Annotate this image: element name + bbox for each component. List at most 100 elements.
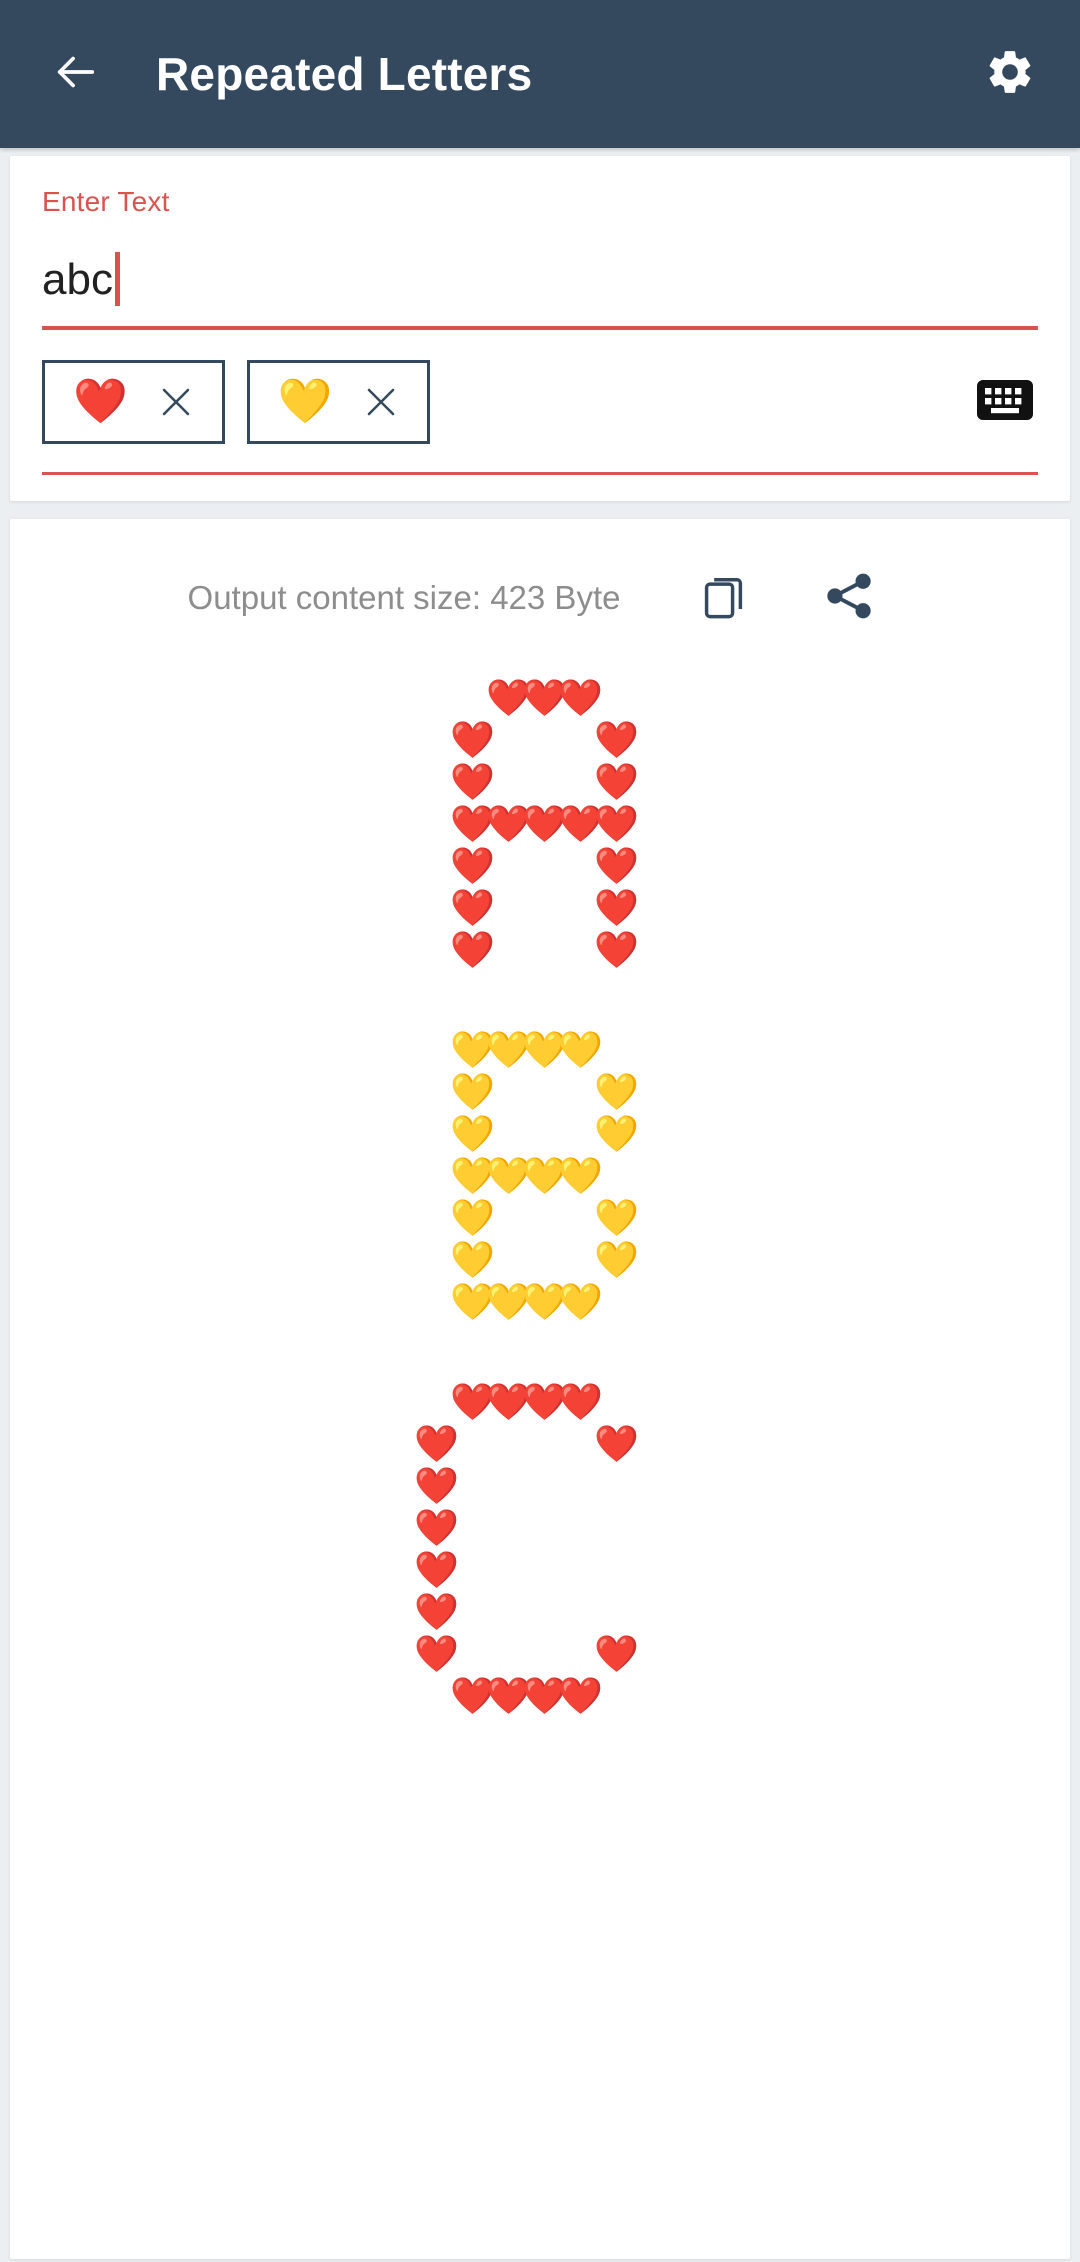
emoji-art-row: ❤️ xyxy=(414,1591,666,1633)
emoji-art-cell-empty xyxy=(558,1633,594,1675)
page-title: Repeated Letters xyxy=(156,48,533,100)
emoji-art-cell-empty xyxy=(414,1071,450,1113)
output-card: Output content size: 423 Byte ❤️ ❤️ ❤️ ❤… xyxy=(10,519,1070,2259)
emoji-art-cell-empty xyxy=(558,1071,594,1113)
emoji-art-cell-empty xyxy=(486,1071,522,1113)
emoji-art-cell-empty xyxy=(522,761,558,803)
emoji-art-cell-empty xyxy=(594,1029,630,1071)
emoji-art-cell-empty xyxy=(558,1549,594,1591)
emoji-art-cell-filled: 💛 xyxy=(486,1281,531,1322)
emoji-art-cell-empty xyxy=(522,1549,558,1591)
share-button[interactable] xyxy=(806,555,892,641)
emoji-letter-c: ❤️ ❤️ ❤️ ❤️ ❤️ ❤️ ❤️ ❤️ ❤️ ❤️ ❤️ ❤️ ❤️ ❤️ ❤️ ❤… xyxy=(414,1381,666,1717)
output-header: Output content size: 423 Byte xyxy=(10,555,1070,641)
emoji-art-row: ❤️ ❤️ xyxy=(414,1633,666,1675)
emoji-art-cell-empty xyxy=(522,1465,558,1507)
emoji-art-cell-filled: ❤️ xyxy=(594,929,639,970)
emoji-art-cell-filled: ❤️ xyxy=(450,887,495,928)
copy-icon xyxy=(699,570,751,627)
keyboard-icon xyxy=(977,379,1033,426)
emoji-art-row: ❤️ ❤️ ❤️ ❤️ xyxy=(414,1381,666,1423)
emoji-art-cell-empty xyxy=(522,1633,558,1675)
emoji-art-cell-empty xyxy=(630,1197,666,1239)
emoji-art-row: ❤️ ❤️ xyxy=(414,761,666,803)
emoji-art-row: ❤️ ❤️ xyxy=(414,1423,666,1465)
emoji-art-cell-empty xyxy=(594,1465,630,1507)
emoji-art-cell-empty xyxy=(630,1381,666,1423)
emoji-art-cell-filled: 💛 xyxy=(594,1071,639,1112)
emoji-art-cell-empty xyxy=(630,1281,666,1323)
text-input[interactable]: abc xyxy=(42,236,1038,306)
emoji-art-cell-filled: ❤️ xyxy=(594,1423,639,1464)
remove-red-heart-button[interactable] xyxy=(158,384,194,420)
emoji-art-cell-empty xyxy=(630,1549,666,1591)
emoji-art-cell-empty xyxy=(522,1197,558,1239)
emoji-art-cell-empty xyxy=(630,1155,666,1197)
emoji-art-cell-empty xyxy=(522,845,558,887)
emoji-art-row: ❤️ ❤️ xyxy=(414,887,666,929)
emoji-chip-red-heart[interactable]: ❤️ xyxy=(42,360,225,444)
emoji-art-cell-empty xyxy=(558,1423,594,1465)
emoji-art-cell-empty xyxy=(630,1591,666,1633)
emoji-art-cell-empty xyxy=(594,1281,630,1323)
text-input-value: abc xyxy=(42,255,113,304)
emoji-art-cell-empty xyxy=(486,1633,522,1675)
remove-yellow-heart-button[interactable] xyxy=(363,384,399,420)
emoji-art-cell-filled: 💛 xyxy=(486,1155,531,1196)
emoji-art-cell-empty xyxy=(594,677,630,719)
emoji-art-cell-empty xyxy=(486,887,522,929)
emoji-art-cell-empty xyxy=(450,1465,486,1507)
emoji-art-cell-filled: 💛 xyxy=(594,1113,639,1154)
emoji-art-cell-empty xyxy=(630,677,666,719)
output-size-label: Output content size: 423 Byte xyxy=(187,579,621,616)
back-button[interactable] xyxy=(38,37,112,111)
emoji-art-row: ❤️ xyxy=(414,1507,666,1549)
emoji-art-cell-empty xyxy=(414,803,450,845)
emoji-art-cell-empty xyxy=(630,1675,666,1717)
emoji-art-cell-empty xyxy=(522,1071,558,1113)
emoji-art-cell-empty xyxy=(414,1029,450,1071)
emoji-letter-a: ❤️ ❤️ ❤️ ❤️ ❤️ ❤️ ❤️ ❤️ ❤️ ❤️ ❤️ ❤️ ❤️ ❤️ ❤️ ❤… xyxy=(414,677,666,971)
emoji-art-cell-empty xyxy=(522,1591,558,1633)
emoji-art-row: ❤️ xyxy=(414,1465,666,1507)
emoji-art-cell-empty xyxy=(522,1239,558,1281)
share-icon xyxy=(823,570,875,627)
emoji-art-cell-filled: ❤️ xyxy=(594,887,639,928)
emoji-art-cell-filled: ❤️ xyxy=(414,1549,459,1590)
copy-button[interactable] xyxy=(682,555,768,641)
emoji-art-cell-empty xyxy=(630,1071,666,1113)
emoji-art-row: ❤️ ❤️ xyxy=(414,845,666,887)
emoji-art-cell-empty xyxy=(558,1465,594,1507)
emoji-art-cell-empty xyxy=(522,1423,558,1465)
emoji-art-cell-filled: ❤️ xyxy=(522,1381,567,1422)
emoji-chips-row: ❤️ 💛 xyxy=(42,356,1038,448)
emoji-art-cell-empty xyxy=(630,1465,666,1507)
emoji-chip-yellow-heart[interactable]: 💛 xyxy=(246,360,430,444)
emoji-art-cell-empty xyxy=(558,929,594,971)
emoji-art-cell-empty xyxy=(630,1239,666,1281)
emoji-art-cell-empty xyxy=(486,719,522,761)
app-bar: Repeated Letters xyxy=(0,0,1080,148)
emoji-art-cell-filled: ❤️ xyxy=(558,1381,603,1422)
emoji-art-cell-empty xyxy=(630,1423,666,1465)
emoji-art-cell-empty xyxy=(414,1197,450,1239)
emoji-art-cell-empty xyxy=(630,1113,666,1155)
emoji-art-cell-empty xyxy=(630,803,666,845)
emoji-art-cell-empty xyxy=(414,1281,450,1323)
settings-button[interactable] xyxy=(974,38,1046,110)
emoji-art-cell-filled: ❤️ xyxy=(486,1675,531,1716)
emoji-art-cell-empty xyxy=(522,1113,558,1155)
emoji-art-cell-filled: ❤️ xyxy=(414,1507,459,1548)
emoji-art-cell-empty xyxy=(630,1029,666,1071)
emoji-art-cell-filled: ❤️ xyxy=(414,1591,459,1632)
emoji-art-cell-empty xyxy=(414,719,450,761)
keyboard-button[interactable] xyxy=(974,379,1036,425)
emoji-art-cell-empty xyxy=(486,1507,522,1549)
chips-underline xyxy=(42,472,1038,475)
emoji-art-cell-empty xyxy=(594,1675,630,1717)
emoji-art-cell-empty xyxy=(486,1113,522,1155)
emoji-art-row: 💛 💛 💛 💛 xyxy=(414,1155,666,1197)
emoji-art-cell-empty xyxy=(414,929,450,971)
emoji-art-cell-filled: ❤️ xyxy=(558,803,603,844)
emoji-art-cell-empty xyxy=(558,761,594,803)
